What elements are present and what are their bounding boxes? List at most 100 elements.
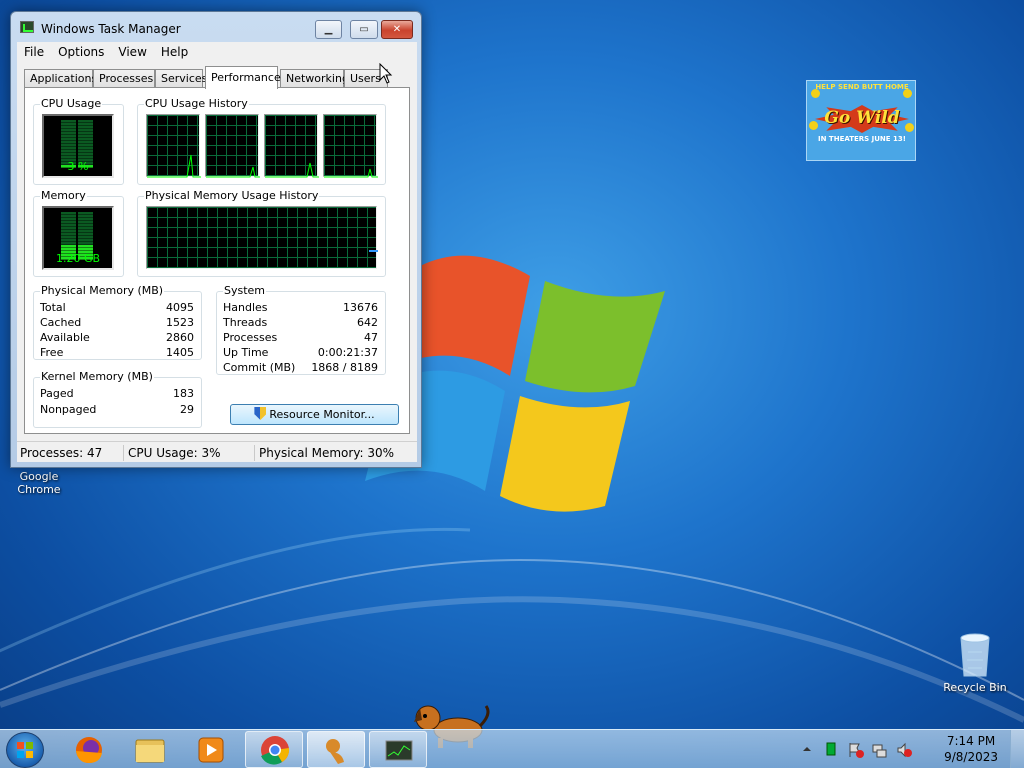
menu-options[interactable]: Options <box>51 42 111 60</box>
tab-processes[interactable]: Processes <box>93 69 155 88</box>
cpu-core-2-graph <box>205 114 260 178</box>
meter-segment <box>78 221 93 224</box>
task-manager-tray-icon[interactable] <box>824 742 838 756</box>
network-icon[interactable] <box>872 742 887 758</box>
pm-cached-value: 1523 <box>166 316 194 329</box>
km-nonpaged-row: Nonpaged 29 <box>40 402 194 417</box>
taskbar-media-player[interactable] <box>182 731 240 768</box>
tab-performance[interactable]: Performance <box>205 66 281 89</box>
sys-uptime-value: 0:00:21:37 <box>317 346 378 359</box>
resource-monitor-label: Resource Monitor... <box>269 408 375 421</box>
resource-monitor-button[interactable]: Resource Monitor... <box>230 404 399 425</box>
taskbar-dog-app[interactable] <box>307 731 365 768</box>
menu-help[interactable]: Help <box>154 42 195 60</box>
km-paged-row: Paged 183 <box>40 386 194 401</box>
menu-file[interactable]: File <box>17 42 51 60</box>
ad-subtitle: IN THEATERS JUNE 13! <box>818 135 906 143</box>
meter-segment <box>78 224 93 227</box>
meter-segment <box>61 147 76 150</box>
title-bar[interactable]: Windows Task Manager ▁ ▭ ✕ <box>11 12 421 42</box>
meter-segment <box>61 123 76 126</box>
clock-time: 7:14 PM <box>946 734 996 748</box>
menu-view[interactable]: View <box>111 42 153 60</box>
memory-group: Memory 1.20 GB <box>33 189 124 277</box>
uac-shield-icon <box>254 407 267 420</box>
meter-segment <box>61 239 76 242</box>
show-desktop-button[interactable] <box>1010 730 1024 768</box>
sys-processes-value: 47 <box>364 331 378 344</box>
status-bar: Processes: 47 CPU Usage: 3% Physical Mem… <box>17 441 417 462</box>
cpu-core-1-graph <box>146 114 201 178</box>
start-button[interactable] <box>6 732 44 768</box>
physical-memory-group: Physical Memory (MB) Total 4095 Cached 152… <box>33 284 202 360</box>
window-title: Windows Task Manager <box>41 22 181 36</box>
meter-segment <box>78 135 93 138</box>
task-manager-window[interactable]: Windows Task Manager ▁ ▭ ✕ File Options Vi… <box>10 11 422 468</box>
kernel-memory-label: Kernel Memory (MB) <box>40 370 154 383</box>
sys-handles-row: Handles 13676 <box>223 300 378 315</box>
sys-uptime-row: Up Time 0:00:21:37 <box>223 345 378 360</box>
km-nonpaged-value: 29 <box>180 403 194 416</box>
meter-segment <box>61 221 76 224</box>
chrome-icon <box>261 736 290 765</box>
recycle-bin-icon <box>960 633 990 677</box>
meter-segment <box>61 245 76 248</box>
firefox-icon <box>76 737 102 763</box>
tab-services[interactable]: Services <box>155 69 207 88</box>
meter-segment <box>78 138 93 141</box>
meter-segment <box>61 230 76 233</box>
action-center-flag-icon[interactable] <box>848 742 864 758</box>
sys-processes-key: Processes <box>223 331 278 344</box>
show-hidden-icons-arrow[interactable] <box>800 742 814 756</box>
task-manager-icon <box>20 21 34 33</box>
meter-segment <box>78 141 93 144</box>
ad-headline: Go Wild <box>824 108 900 128</box>
meter-segment <box>61 215 76 218</box>
ad-top-text: HELP SEND BUTT HOME <box>815 83 909 91</box>
minimize-button[interactable]: ▁ <box>315 20 342 39</box>
pm-total-row: Total 4095 <box>40 300 194 315</box>
memory-history-label: Physical Memory Usage History <box>144 189 320 202</box>
pm-cached-row: Cached 1523 <box>40 315 194 330</box>
volume-muted-icon[interactable] <box>896 742 912 758</box>
sys-threads-key: Threads <box>223 316 268 329</box>
meter-segment <box>78 126 93 129</box>
recycle-bin-desktop-icon[interactable]: Recycle Bin <box>942 630 1008 694</box>
meter-segment <box>78 218 93 221</box>
meter-segment <box>61 129 76 132</box>
meter-segment <box>61 153 76 156</box>
pm-cached-key: Cached <box>40 316 82 329</box>
cpu-usage-meter: 3 % <box>42 114 114 178</box>
performance-panel: CPU Usage 3 % CPU Usage History Memory 1… <box>24 87 410 434</box>
kernel-memory-group: Kernel Memory (MB) Paged 183 Nonpaged 29 <box>33 370 202 428</box>
memory-label: Memory <box>40 189 87 202</box>
task-manager-taskbar-icon <box>385 740 413 761</box>
tab-networking[interactable]: Networking <box>280 69 349 88</box>
taskbar-firefox[interactable] <box>60 731 118 768</box>
close-button[interactable]: ✕ <box>381 20 413 39</box>
meter-segment <box>61 132 76 135</box>
sys-commit-key: Commit (MB) <box>223 361 296 374</box>
physical-memory-label: Physical Memory (MB) <box>40 284 165 297</box>
sys-commit-row: Commit (MB) 1868 / 8189 <box>223 360 378 375</box>
taskbar-clock[interactable]: 7:14 PM 9/8/2023 <box>944 733 998 765</box>
km-nonpaged-key: Nonpaged <box>40 403 97 416</box>
pm-total-value: 4095 <box>166 301 194 314</box>
meter-segment <box>78 233 93 236</box>
folder-icon <box>135 739 165 763</box>
movie-ad-widget[interactable]: HELP SEND BUTT HOME Go Wild IN THEATERS … <box>806 80 916 161</box>
menu-bar: File Options View Help <box>17 42 417 62</box>
maximize-button[interactable]: ▭ <box>350 20 378 39</box>
taskbar-explorer[interactable] <box>121 731 179 768</box>
tab-applications[interactable]: Applications <box>24 69 97 88</box>
meter-segment <box>61 150 76 153</box>
taskbar-chrome[interactable] <box>245 731 303 768</box>
taskbar-task-manager[interactable] <box>369 731 427 768</box>
meter-segment <box>61 141 76 144</box>
meter-segment <box>61 242 76 245</box>
google-chrome-desktop-icon[interactable]: Google Chrome <box>12 470 66 496</box>
meter-segment <box>78 245 93 248</box>
pm-free-value: 1405 <box>166 346 194 359</box>
pm-total-key: Total <box>40 301 66 314</box>
cpu-usage-value: 3 % <box>67 160 89 173</box>
